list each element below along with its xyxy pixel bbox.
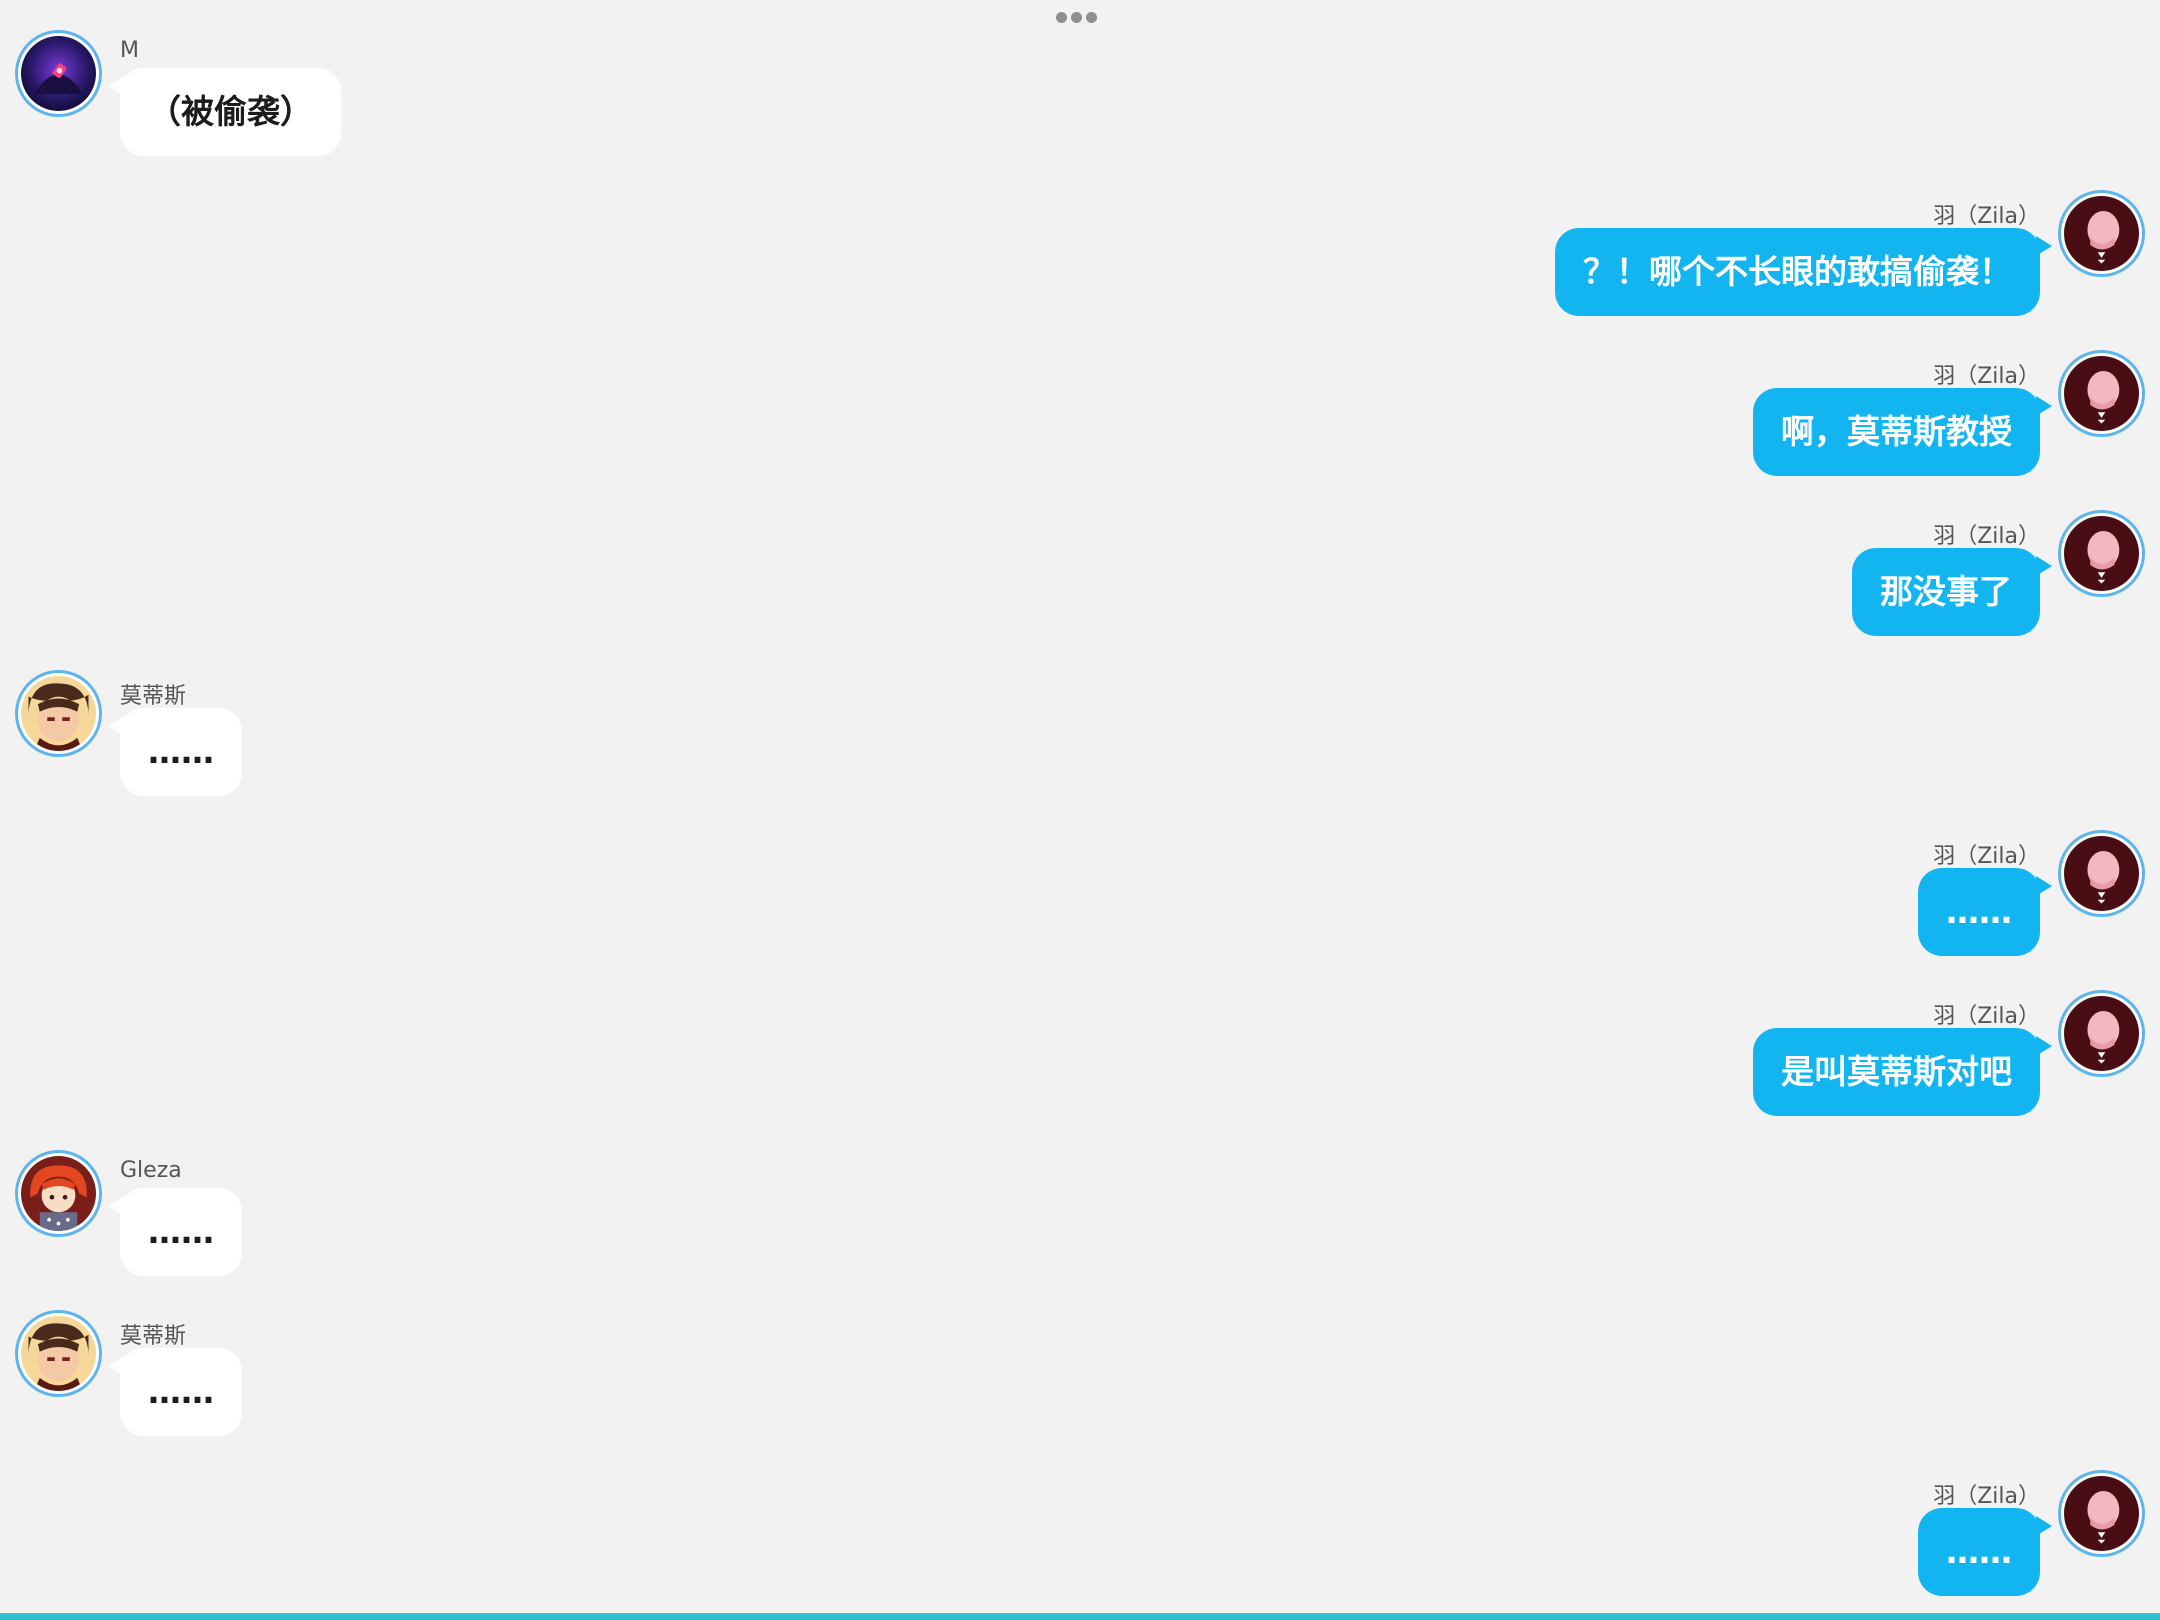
sender-name: 羽（Zila） xyxy=(1933,364,2040,389)
avatar-zila[interactable] xyxy=(2058,510,2145,597)
avatar-zila-image xyxy=(2064,836,2139,911)
avatar-zila-image xyxy=(2064,1476,2139,1551)
message-bubble[interactable]: …… xyxy=(1918,868,2040,956)
message-bubble[interactable]: …… xyxy=(120,708,242,796)
more-options-icon[interactable] xyxy=(1056,12,1097,23)
dot xyxy=(1071,12,1082,23)
message-bubble[interactable]: （被偷袭） xyxy=(120,68,341,156)
message-bubble[interactable]: 是叫莫蒂斯对吧 xyxy=(1753,1028,2040,1116)
message-bubble[interactable]: 那没事了 xyxy=(1852,548,2040,636)
sender-name: 羽（Zila） xyxy=(1933,204,2040,229)
sender-name: Gleza xyxy=(120,1158,182,1183)
sender-name: 羽（Zila） xyxy=(1933,524,2040,549)
avatar-gleza-image xyxy=(21,1156,96,1231)
sender-name: 羽（Zila） xyxy=(1933,844,2040,869)
sender-name: 羽（Zila） xyxy=(1933,1484,2040,1509)
sender-name: 羽（Zila） xyxy=(1933,1004,2040,1029)
avatar-zila-image xyxy=(2064,516,2139,591)
avatar-m[interactable] xyxy=(15,30,102,117)
avatar-zila[interactable] xyxy=(2058,990,2145,1077)
avatar-zila-image xyxy=(2064,196,2139,271)
sender-name: 莫蒂斯 xyxy=(120,684,187,709)
avatar-gleza[interactable] xyxy=(15,1150,102,1237)
avatar-zila[interactable] xyxy=(2058,830,2145,917)
avatar-modis-image xyxy=(21,676,96,751)
avatar-zila-image xyxy=(2064,356,2139,431)
avatar-zila[interactable] xyxy=(2058,190,2145,277)
avatar-modis[interactable] xyxy=(15,670,102,757)
avatar-zila-image xyxy=(2064,996,2139,1071)
message-bubble[interactable]: 啊，莫蒂斯教授 xyxy=(1753,388,2040,476)
avatar-zila[interactable] xyxy=(2058,1470,2145,1557)
message-bubble[interactable]: …… xyxy=(120,1348,242,1436)
message-bubble[interactable]: …… xyxy=(1918,1508,2040,1596)
dot xyxy=(1086,12,1097,23)
message-bubble[interactable]: ？！哪个不长眼的敢搞偷袭！ xyxy=(1555,228,2040,316)
avatar-zila[interactable] xyxy=(2058,350,2145,437)
bottom-bar xyxy=(0,1613,2160,1620)
dot xyxy=(1056,12,1067,23)
sender-name: M xyxy=(120,38,139,63)
message-bubble[interactable]: …… xyxy=(120,1188,242,1276)
sender-name: 莫蒂斯 xyxy=(120,1324,187,1349)
avatar-modis-image xyxy=(21,1316,96,1391)
avatar-modis[interactable] xyxy=(15,1310,102,1397)
avatar-m-image xyxy=(21,36,96,111)
